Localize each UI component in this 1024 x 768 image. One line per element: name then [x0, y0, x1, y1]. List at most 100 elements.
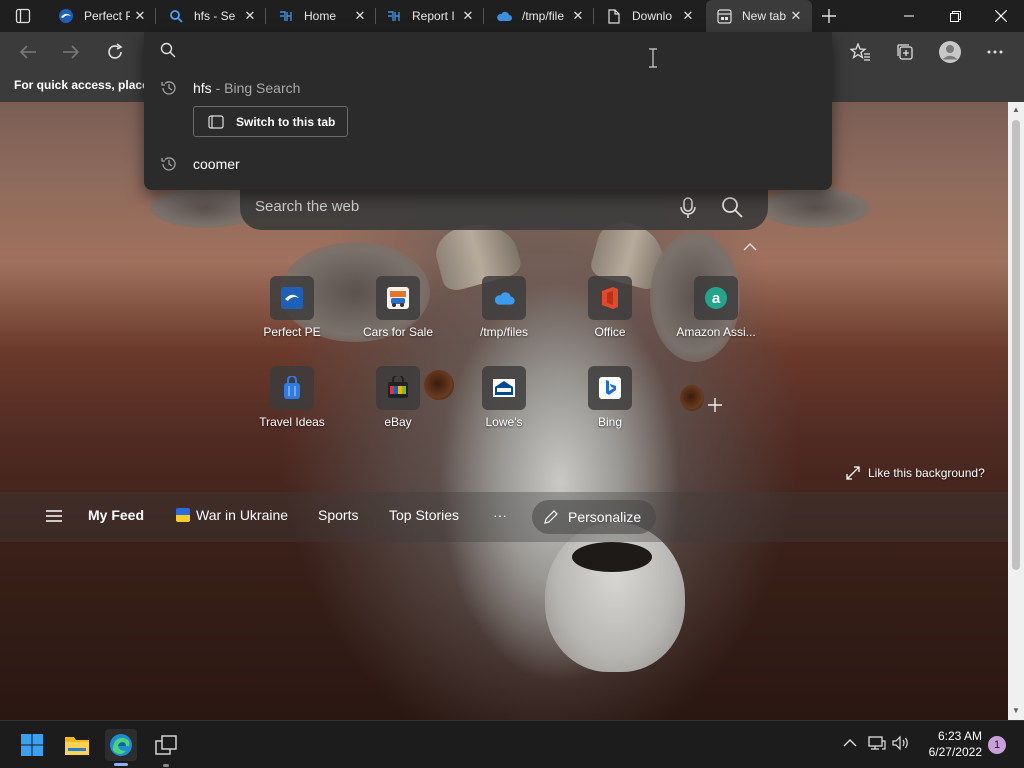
- personalize-button[interactable]: Personalize: [532, 500, 656, 534]
- quick-link-tile[interactable]: Cars for Sale: [358, 276, 438, 346]
- search-favicon: [168, 8, 184, 24]
- tab-downloads[interactable]: Downlo ✕: [596, 0, 704, 32]
- speaker-volume-icon[interactable]: [892, 735, 912, 755]
- perfect-pe-icon: [58, 8, 74, 24]
- tab-title: hfs - Se: [194, 9, 236, 23]
- tile-label: Cars for Sale: [362, 325, 434, 339]
- more-menu-icon[interactable]: [980, 37, 1010, 67]
- background-eye: [680, 385, 704, 411]
- task-view-icon[interactable]: [150, 729, 182, 761]
- web-search-box[interactable]: Search the web: [240, 186, 768, 230]
- tile-label: Bing: [597, 415, 623, 429]
- active-app-indicator: [114, 763, 128, 766]
- tab-perfect-pe[interactable]: Perfect P ✕: [48, 0, 156, 32]
- tile-label: /tmp/files: [479, 325, 528, 339]
- switch-to-tab-button[interactable]: Switch to this tab: [193, 106, 348, 137]
- suggestion-history-coomer[interactable]: coomer: [144, 149, 832, 179]
- suggestion-query: hfs: [193, 80, 212, 96]
- tab-title: Home: [304, 9, 337, 23]
- hamburger-menu-icon[interactable]: [46, 509, 62, 523]
- chevron-up-icon[interactable]: [842, 735, 862, 755]
- ukraine-flag-icon: [176, 508, 190, 522]
- chevron-up-icon[interactable]: [743, 238, 759, 251]
- svg-text:a: a: [712, 290, 721, 307]
- feed-tab-sports[interactable]: Sports: [318, 507, 358, 523]
- close-icon[interactable]: ✕: [350, 6, 370, 26]
- system-clock[interactable]: 6:23 AM 6/27/2022: [916, 728, 982, 760]
- close-icon[interactable]: ✕: [458, 6, 478, 26]
- quick-link-tile[interactable]: Lowe's: [464, 366, 544, 436]
- edge-browser-icon[interactable]: [105, 729, 137, 761]
- feed-tab-war-in-ukraine[interactable]: War in Ukraine: [176, 507, 288, 523]
- tab-hfs-search[interactable]: hfs - Se ✕: [158, 0, 266, 32]
- feed-tab-top-stories[interactable]: Top Stories: [389, 507, 459, 523]
- windows-taskbar: 6:23 AM 6/27/2022 1: [0, 720, 1024, 768]
- back-arrow-icon[interactable]: [13, 37, 43, 67]
- like-background-label: Like this background?: [868, 466, 985, 480]
- close-icon[interactable]: ✕: [240, 6, 260, 26]
- tab-title: Report I: [412, 9, 455, 23]
- add-site-plus-icon[interactable]: [706, 396, 724, 414]
- close-icon[interactable]: ✕: [130, 6, 150, 26]
- new-tab-plus-icon[interactable]: [818, 5, 840, 27]
- window-close-icon[interactable]: [978, 0, 1024, 32]
- feed-tab-my-feed[interactable]: My Feed: [88, 507, 144, 523]
- refresh-icon[interactable]: [100, 37, 130, 67]
- tile-label: eBay: [384, 415, 412, 429]
- ebay-icon: [376, 366, 420, 410]
- collections-icon[interactable]: [890, 37, 920, 67]
- favorites-star-icon[interactable]: [845, 37, 875, 67]
- close-icon[interactable]: ✕: [678, 6, 698, 26]
- office-icon: [588, 276, 632, 320]
- tile-label: Amazon Assi...: [676, 325, 756, 339]
- minimize-icon[interactable]: [886, 0, 932, 32]
- close-icon[interactable]: ✕: [786, 6, 806, 26]
- tab-tmp-files[interactable]: /tmp/file ✕: [486, 0, 594, 32]
- microphone-icon[interactable]: [678, 196, 698, 220]
- scrollbar-thumb[interactable]: [1012, 120, 1020, 570]
- switch-to-tab-label: Switch to this tab: [236, 114, 336, 129]
- expand-icon: [846, 466, 860, 480]
- suggestion-history-hfs[interactable]: hfs - Bing Search: [144, 73, 832, 103]
- quick-link-tile[interactable]: Office: [570, 276, 650, 346]
- clock-time: 6:23 AM: [937, 729, 982, 743]
- vertical-scrollbar[interactable]: ▲ ▼: [1008, 102, 1024, 720]
- tab-actions-icon[interactable]: [10, 5, 36, 27]
- tile-label: Office: [594, 325, 626, 339]
- close-icon[interactable]: ✕: [568, 6, 588, 26]
- tab-strip: Perfect P ✕ hfs - Se ✕ Home ✕ Report I ✕…: [0, 0, 1024, 32]
- file-explorer-icon[interactable]: [61, 729, 93, 761]
- quick-link-tile[interactable]: /tmp/files: [464, 276, 544, 346]
- pencil-icon: [544, 510, 558, 524]
- cars-icon: [376, 276, 420, 320]
- windows-start-icon[interactable]: [16, 729, 48, 761]
- restore-icon[interactable]: [932, 0, 978, 32]
- tab-new-tab[interactable]: New tab ✕: [706, 0, 812, 32]
- notification-badge[interactable]: 1: [988, 736, 1006, 754]
- address-bar-dropdown: hfs - Bing Search Switch to this tab coo…: [144, 32, 832, 190]
- more-topics-icon[interactable]: ···: [493, 507, 507, 523]
- tab-switch-icon: [208, 114, 224, 129]
- scroll-up-arrow-icon[interactable]: ▲: [1011, 105, 1021, 115]
- quick-link-tile[interactable]: Travel Ideas: [252, 366, 332, 436]
- bing-icon: [588, 366, 632, 410]
- tab-report[interactable]: Report I ✕: [376, 0, 484, 32]
- network-icon[interactable]: [868, 735, 888, 755]
- like-background-link[interactable]: Like this background?: [846, 466, 985, 480]
- quick-link-tile[interactable]: Bing: [570, 366, 650, 436]
- tile-label: Travel Ideas: [259, 415, 325, 429]
- profile-avatar-icon[interactable]: [935, 37, 965, 67]
- search-icon[interactable]: [720, 195, 746, 221]
- tab-home[interactable]: Home ✕: [268, 0, 376, 32]
- feed-tab-label: War in Ukraine: [196, 507, 289, 523]
- text-cursor-icon: [648, 48, 658, 68]
- quick-link-tile[interactable]: Perfect PE: [252, 276, 332, 346]
- new-tab-page: Search the web Perfect PE Cars for Sale …: [0, 102, 1008, 720]
- quick-link-tile[interactable]: eBay: [358, 366, 438, 436]
- quick-link-tile[interactable]: a Amazon Assi...: [676, 276, 756, 346]
- feed-navigation-bar: My Feed War in Ukraine Sports Top Storie…: [0, 492, 1008, 542]
- address-bar-input[interactable]: [190, 38, 790, 64]
- scroll-down-arrow-icon[interactable]: ▼: [1011, 706, 1021, 716]
- tab-title: Perfect P: [84, 9, 130, 23]
- forward-arrow-icon[interactable]: [56, 37, 86, 67]
